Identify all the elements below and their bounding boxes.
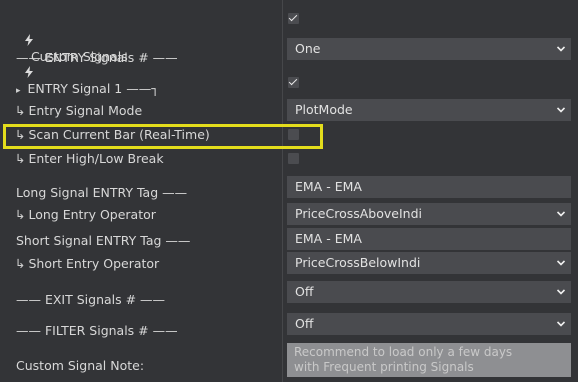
short-entry-operator-select[interactable]: PriceCrossBelowIndi	[287, 252, 571, 274]
entry-signal-mode-select[interactable]: PlotMode	[287, 99, 571, 121]
long-signal-entry-tag-input[interactable]: EMA - EMA	[287, 176, 571, 198]
chevron-down-icon	[557, 321, 565, 327]
long-signal-entry-tag-value: EMA - EMA	[295, 179, 362, 194]
entry-signals-count-label: —— ENTRY Signals # ——	[16, 50, 178, 65]
enter-high-low-break-text: Enter High/Low Break	[28, 151, 164, 166]
sub-arrow-icon: ↳	[15, 151, 26, 166]
entry-signal-1-text: ENTRY Signal 1 ——┐	[27, 81, 159, 96]
custom-signals-checkbox[interactable]	[288, 13, 299, 24]
long-entry-operator-value: PriceCrossAboveIndi	[295, 206, 422, 221]
highlight-box	[3, 124, 323, 149]
exit-signals-count-select[interactable]: Off	[287, 281, 571, 303]
long-entry-operator-text: Long Entry Operator	[28, 207, 156, 222]
long-signal-entry-tag-label: Long Signal ENTRY Tag ——	[16, 185, 188, 200]
custom-signal-note-textarea[interactable]: Recommend to load only a few days with F…	[287, 343, 571, 377]
long-entry-operator-select[interactable]: PriceCrossAboveIndi	[287, 203, 571, 225]
filter-signals-count-value: Off	[295, 316, 314, 331]
lightning-icon	[24, 66, 33, 78]
sub-arrow-icon: ↳	[15, 256, 26, 271]
enter-high-low-break-checkbox[interactable]	[288, 153, 299, 164]
enter-high-low-break-label: ↳ Enter High/Low Break	[15, 151, 164, 167]
entry-signal-mode-label: ↳ Entry Signal Mode	[15, 103, 142, 119]
entry-signals-count-select[interactable]: One	[287, 38, 571, 60]
short-entry-operator-label: ↳ Short Entry Operator	[15, 256, 159, 272]
chevron-down-icon	[557, 289, 565, 295]
exit-signals-count-value: Off	[295, 284, 314, 299]
short-signal-entry-tag-label: Short Signal ENTRY Tag ——	[16, 233, 191, 248]
short-entry-operator-text: Short Entry Operator	[28, 256, 160, 271]
custom-signals-label: Custom Signals	[16, 17, 134, 81]
column-divider	[282, 0, 283, 382]
short-signal-entry-tag-value: EMA - EMA	[295, 231, 362, 246]
short-signal-entry-tag-input[interactable]: EMA - EMA	[287, 228, 571, 250]
sub-arrow-icon: ↳	[15, 103, 26, 118]
filter-signals-count-select[interactable]: Off	[287, 313, 571, 335]
filter-signals-count-label: —— FILTER Signals # ——	[16, 323, 178, 338]
entry-signal-1-checkbox[interactable]	[288, 77, 299, 88]
entry-signal-1-label: ▸ ENTRY Signal 1 ——┐	[16, 81, 159, 99]
entry-signal-mode-value: PlotMode	[295, 102, 353, 117]
chevron-down-icon	[557, 260, 565, 266]
lightning-icon	[24, 34, 33, 46]
custom-signal-note-label: Custom Signal Note:	[16, 358, 145, 373]
short-entry-operator-value: PriceCrossBelowIndi	[295, 255, 421, 270]
chevron-down-icon	[557, 107, 565, 113]
long-entry-operator-label: ↳ Long Entry Operator	[15, 207, 156, 223]
expand-arrow-icon[interactable]: ▸	[16, 83, 21, 99]
sub-arrow-icon: ↳	[15, 207, 26, 222]
exit-signals-count-label: —— EXIT Signals # ——	[16, 292, 166, 307]
chevron-down-icon	[557, 211, 565, 217]
entry-signal-mode-text: Entry Signal Mode	[28, 103, 143, 118]
chevron-down-icon	[557, 46, 565, 52]
entry-signals-count-value: One	[295, 41, 321, 56]
